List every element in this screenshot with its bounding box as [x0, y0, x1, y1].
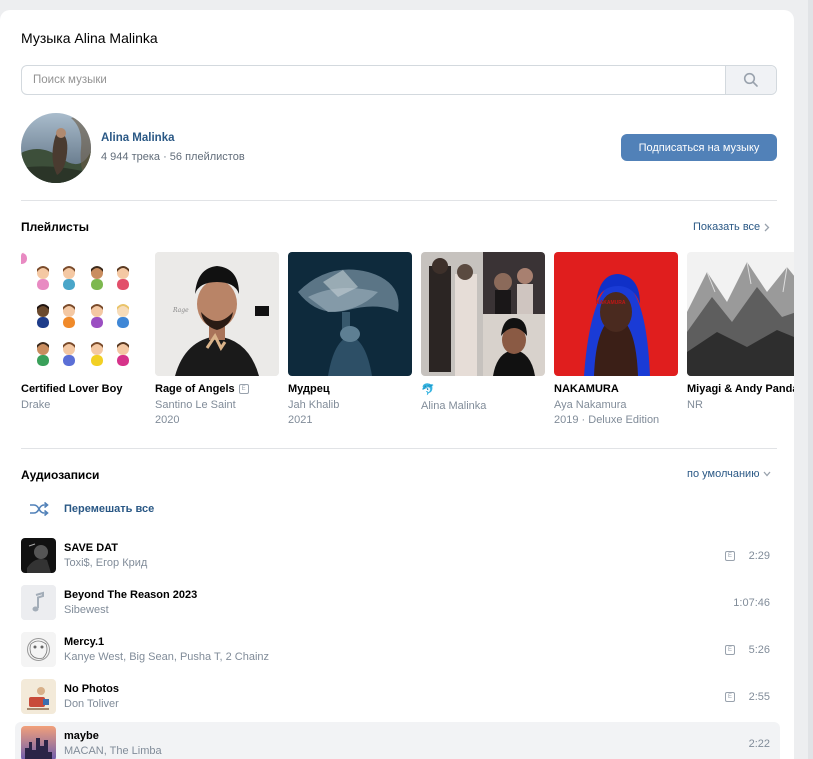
track-duration: 2:29 — [748, 550, 770, 562]
track-cover — [21, 726, 56, 759]
explicit-icon: E — [725, 692, 735, 702]
profile-stats: 4 944 трека · 56 плейлистов — [101, 151, 245, 163]
sort-dropdown[interactable]: по умолчанию — [687, 468, 771, 480]
track-artist[interactable]: Toxi$, Егор Крид — [64, 557, 147, 569]
playlist-cover — [288, 252, 412, 376]
profile-name[interactable]: Alina Malinka — [101, 132, 175, 144]
chevron-right-icon — [764, 223, 770, 231]
explicit-icon: E — [725, 551, 735, 561]
playlist-cover — [421, 252, 545, 376]
playlist-title: Rage of Angels E — [155, 383, 279, 395]
show-all-playlists-link[interactable]: Показать все — [693, 221, 770, 233]
playlist-card[interactable]: NAKAMURA NAKAMURA Aya Nakamura 2019 · De… — [554, 252, 678, 428]
playlist-year: 2021 — [288, 414, 313, 426]
track-duration: 2:55 — [748, 691, 770, 703]
playlist-card[interactable]: 🐬 Alina Malinka — [421, 252, 545, 414]
playlist-artist[interactable]: Aya Nakamura — [554, 398, 678, 413]
track-duration: 5:26 — [748, 644, 770, 656]
shuffle-icon — [30, 501, 49, 517]
track-title: Mercy.1 — [64, 636, 105, 648]
playlist-card[interactable]: Мудрец Jah Khalib 2021 — [288, 252, 412, 428]
playlist-cover — [21, 252, 145, 376]
track-artist[interactable]: MACAN, The Limba — [64, 745, 162, 757]
playlist-card[interactable]: Miyagi & Andy Panda NR — [687, 252, 794, 413]
track-duration: 2:22 — [748, 738, 770, 750]
track-cover — [21, 538, 56, 573]
playlist-artist[interactable]: NR — [687, 398, 794, 413]
shuffle-label: Перемешать все — [64, 503, 155, 515]
sort-label: по умолчанию — [687, 468, 760, 480]
track-row[interactable]: Beyond The Reason 2023 Sibewest 1:07:46 — [15, 581, 780, 625]
search-icon — [743, 72, 758, 87]
subscribe-button[interactable]: Подписаться на музыку — [621, 134, 777, 161]
playlist-cover: NAKAMURA — [554, 252, 678, 376]
audio-heading: Аудиозаписи — [21, 468, 100, 482]
explicit-icon: E — [725, 645, 735, 655]
track-cover — [21, 585, 56, 620]
playlist-title: 🐬 — [421, 384, 435, 396]
playlist-artist[interactable]: Drake — [21, 398, 145, 413]
playlist-artist[interactable]: Santino Le Saint — [155, 398, 279, 413]
playlist-year: 2020 — [155, 414, 180, 426]
playlist-card[interactable]: Rage Rage of Angels E Santino Le Saint 20… — [155, 252, 279, 428]
search-button[interactable] — [725, 66, 776, 94]
search-input[interactable] — [22, 66, 726, 94]
chevron-down-icon — [763, 471, 771, 477]
track-title: Beyond The Reason 2023 — [64, 589, 198, 601]
track-duration: 1:07:46 — [733, 597, 770, 609]
track-row[interactable]: Mercy.1 Kanye West, Big Sean, Pusha T, 2… — [15, 628, 780, 672]
playlist-artist[interactable]: Jah Khalib — [288, 398, 412, 413]
playlist-title: NAKAMURA — [554, 383, 619, 395]
track-row[interactable]: SAVE DAT Toxi$, Егор Крид E 2:29 — [15, 534, 780, 578]
music-note-icon — [21, 585, 56, 620]
track-cover — [21, 632, 56, 667]
track-row[interactable]: maybe MACAN, The Limba 2:22 — [15, 722, 780, 759]
playlist-title: Miyagi & Andy Panda — [687, 383, 794, 395]
playlist-title: Мудрец — [288, 383, 330, 395]
divider — [21, 200, 777, 201]
emoji-grid-image — [21, 252, 129, 366]
playlist-cover — [687, 252, 794, 376]
track-row[interactable]: No Photos Don Toliver E 2:55 — [15, 675, 780, 719]
page-scrollbar[interactable] — [808, 0, 813, 759]
playlists-heading: Плейлисты — [21, 220, 89, 234]
svg-text:NAKAMURA: NAKAMURA — [596, 300, 626, 306]
track-title: maybe — [64, 730, 99, 742]
track-artist[interactable]: Kanye West, Big Sean, Pusha T, 2 Chainz — [64, 651, 269, 663]
track-title: No Photos — [64, 683, 119, 695]
svg-text:Rage: Rage — [172, 307, 189, 314]
playlist-cover: Rage — [155, 252, 279, 376]
track-cover — [21, 679, 56, 714]
track-artist[interactable]: Sibewest — [64, 604, 109, 616]
page-title: Музыка Alina Malinka — [21, 30, 158, 46]
avatar[interactable] — [21, 113, 91, 183]
playlist-card[interactable]: Certified Lover Boy Drake — [21, 252, 145, 413]
search-bar — [21, 65, 777, 95]
track-artist[interactable]: Don Toliver — [64, 698, 119, 710]
show-all-label: Показать все — [693, 221, 761, 233]
playlist-year: 2019 · Deluxe Edition — [554, 414, 660, 426]
divider — [21, 448, 777, 449]
music-card: Музыка Alina Malinka Alina M — [0, 10, 794, 759]
playlist-artist[interactable]: Alina Malinka — [421, 399, 545, 414]
playlist-title: Certified Lover Boy — [21, 383, 123, 395]
explicit-icon: E — [238, 384, 249, 394]
track-title: SAVE DAT — [64, 542, 118, 554]
